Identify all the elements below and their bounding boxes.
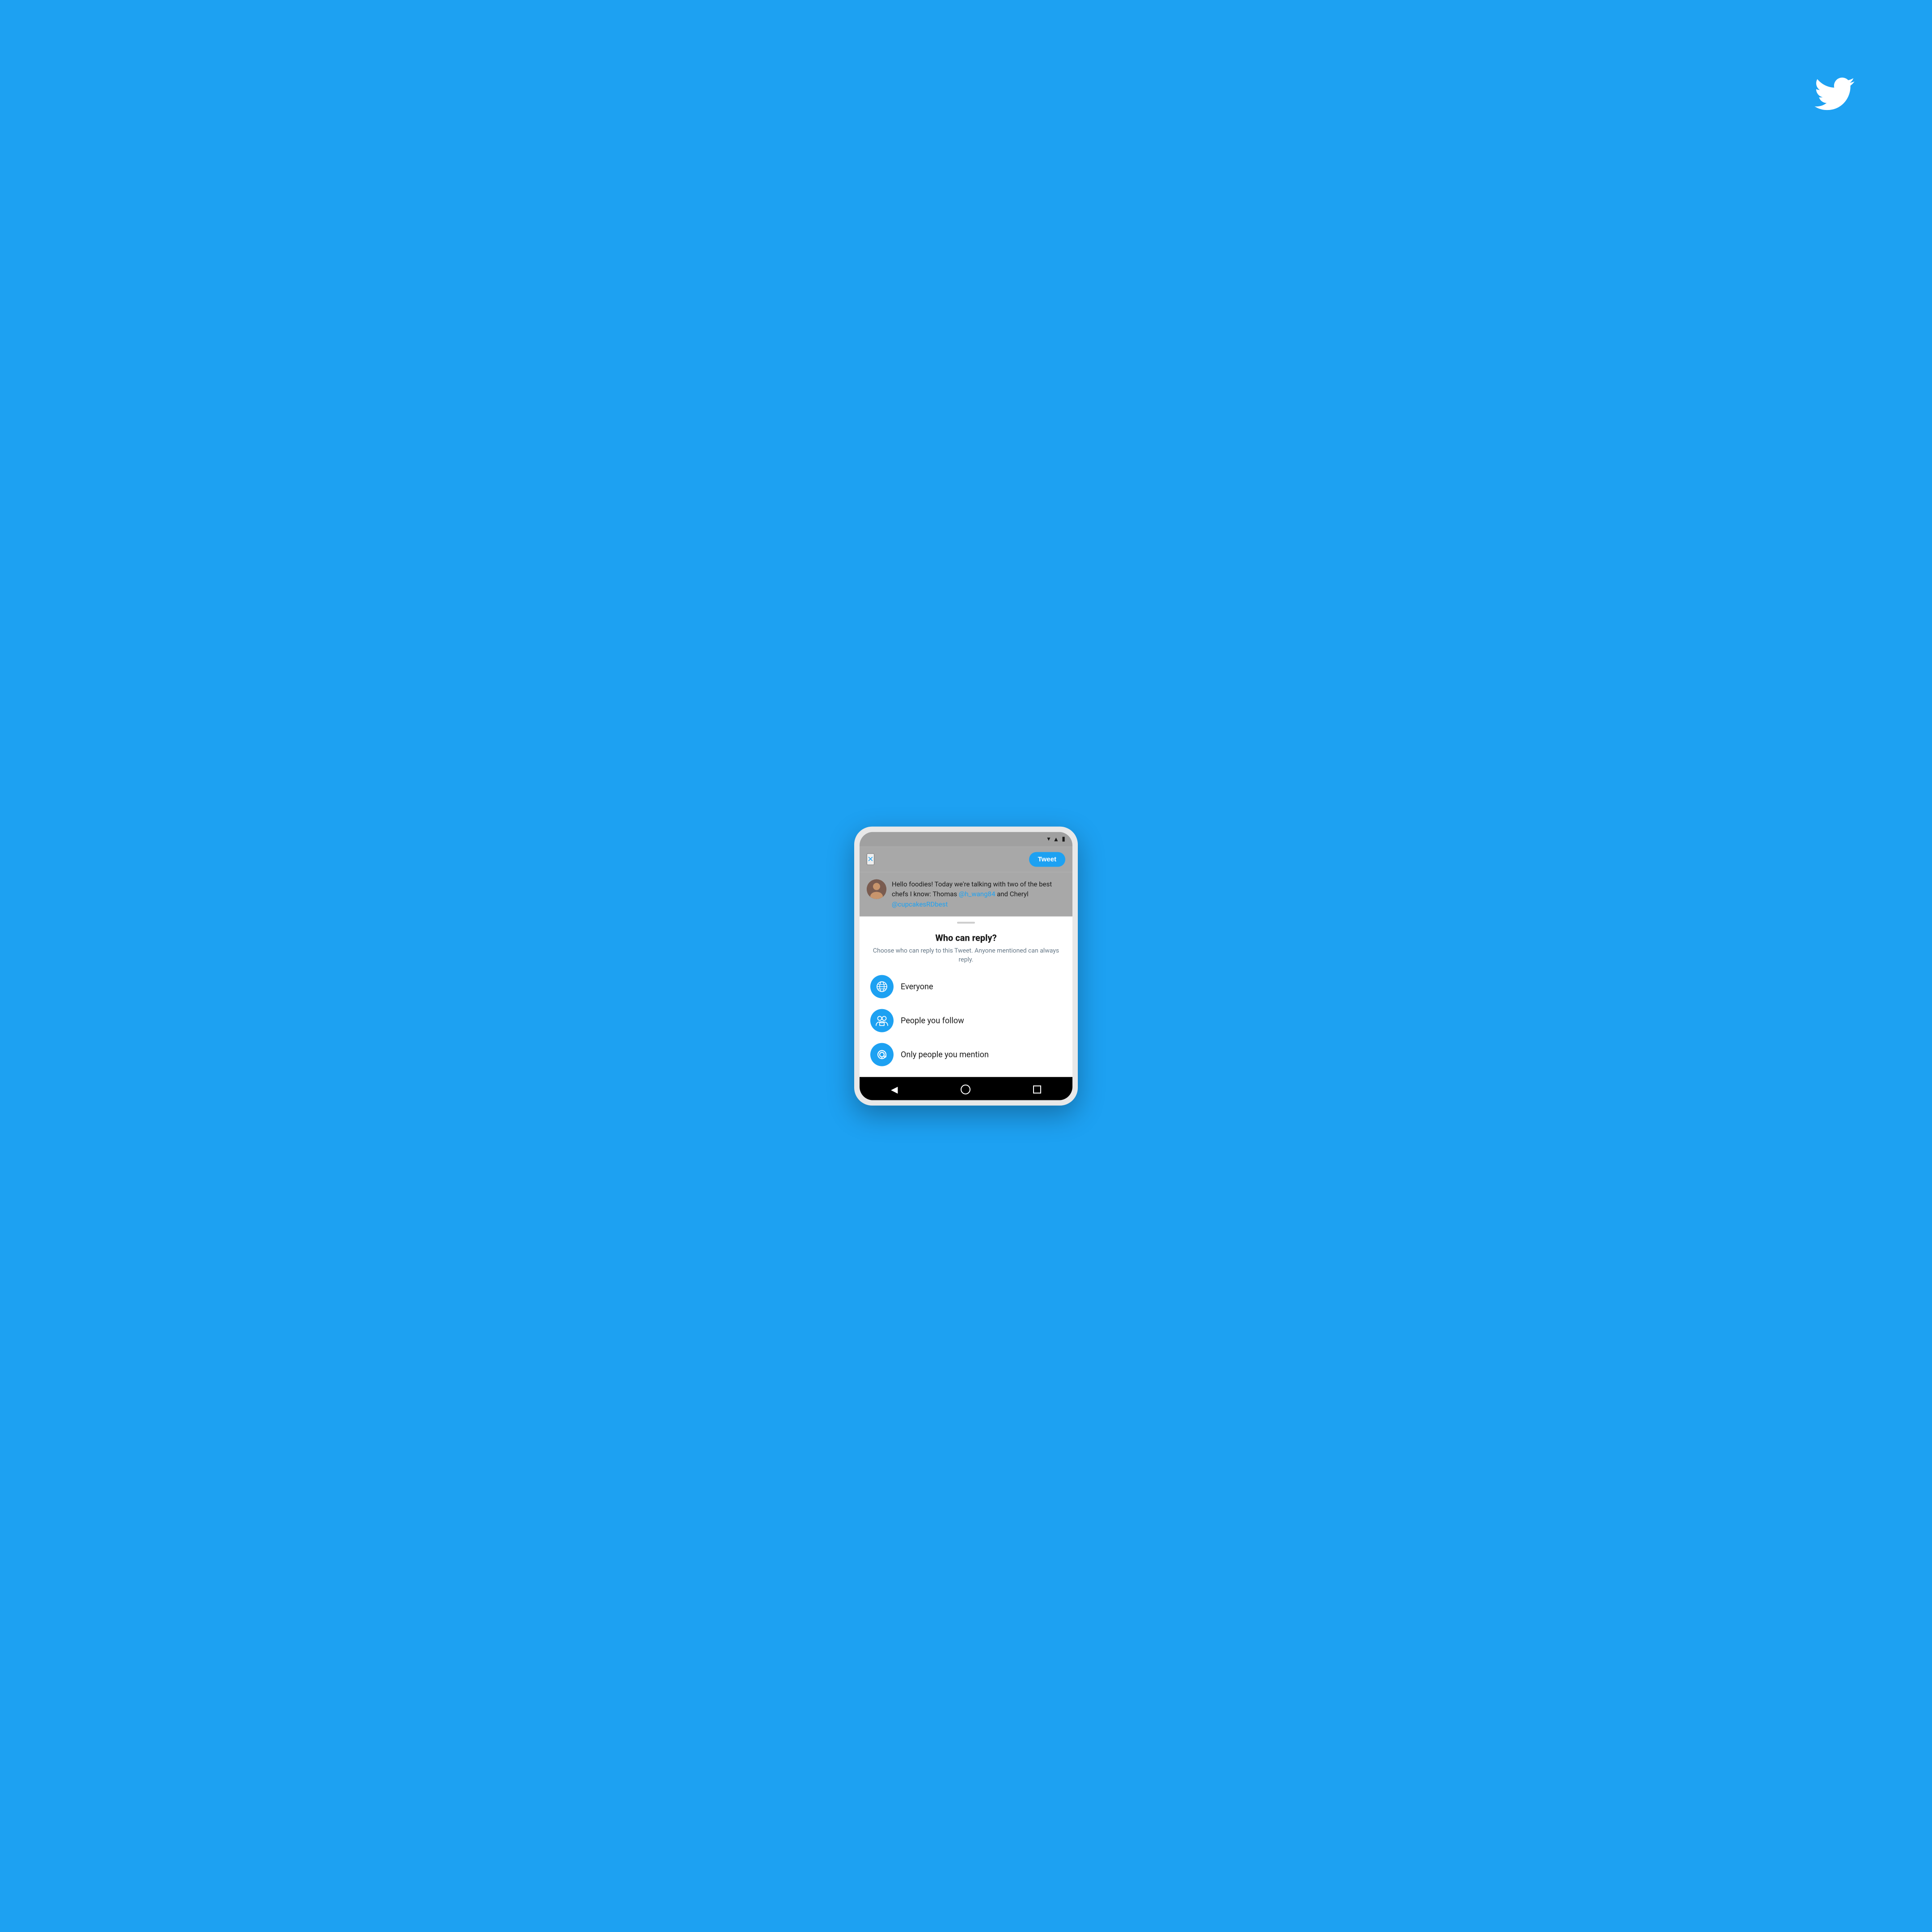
everyone-label: Everyone bbox=[901, 982, 933, 991]
group-icon bbox=[870, 1009, 894, 1032]
reply-option-follow[interactable]: People you follow bbox=[870, 1009, 1062, 1032]
globe-icon bbox=[870, 975, 894, 998]
phone-container: ▾ ▲ ▮ × Tweet bbox=[854, 826, 1078, 1106]
sheet-title: Who can reply? bbox=[870, 933, 1062, 943]
tweet-text-part2: and Cheryl bbox=[995, 890, 1028, 898]
drag-handle bbox=[957, 922, 975, 924]
bottom-sheet: Who can reply? Choose who can reply to t… bbox=[860, 922, 1072, 1077]
recents-button[interactable] bbox=[1033, 1086, 1041, 1094]
reply-option-mention[interactable]: Only people you mention bbox=[870, 1043, 1062, 1066]
top-bar: × Tweet bbox=[860, 846, 1072, 872]
home-button[interactable] bbox=[961, 1085, 970, 1095]
page-wrapper: ▾ ▲ ▮ × Tweet bbox=[0, 0, 1932, 1932]
people-follow-label: People you follow bbox=[901, 1016, 964, 1025]
only-mention-label: Only people you mention bbox=[901, 1050, 989, 1059]
nav-bar: ◀ bbox=[860, 1077, 1072, 1100]
status-bar: ▾ ▲ ▮ bbox=[860, 832, 1072, 846]
reply-options: Everyone bbox=[870, 975, 1062, 1070]
tweet-button[interactable]: Tweet bbox=[1029, 852, 1065, 867]
wifi-icon: ▾ bbox=[1047, 836, 1050, 843]
tweet-mention1[interactable]: @h_wang84 bbox=[959, 890, 996, 898]
signal-icon: ▲ bbox=[1053, 835, 1059, 843]
tweet-area: Hello foodies! Today we're talking with … bbox=[860, 872, 1072, 917]
sheet-subtitle: Choose who can reply to this Tweet. Anyo… bbox=[870, 947, 1062, 964]
twitter-logo bbox=[1814, 77, 1855, 112]
reply-option-everyone[interactable]: Everyone bbox=[870, 975, 1062, 998]
phone: ▾ ▲ ▮ × Tweet bbox=[854, 826, 1078, 1106]
battery-icon: ▮ bbox=[1062, 836, 1065, 843]
back-button[interactable]: ◀ bbox=[891, 1084, 898, 1095]
avatar bbox=[867, 879, 886, 899]
phone-inner: ▾ ▲ ▮ × Tweet bbox=[860, 832, 1072, 1100]
close-button[interactable]: × bbox=[867, 854, 874, 865]
tweet-mention2[interactable]: @cupcakesRDbest bbox=[892, 900, 948, 908]
tweet-content: Hello foodies! Today we're talking with … bbox=[892, 879, 1065, 909]
at-icon bbox=[870, 1043, 894, 1066]
